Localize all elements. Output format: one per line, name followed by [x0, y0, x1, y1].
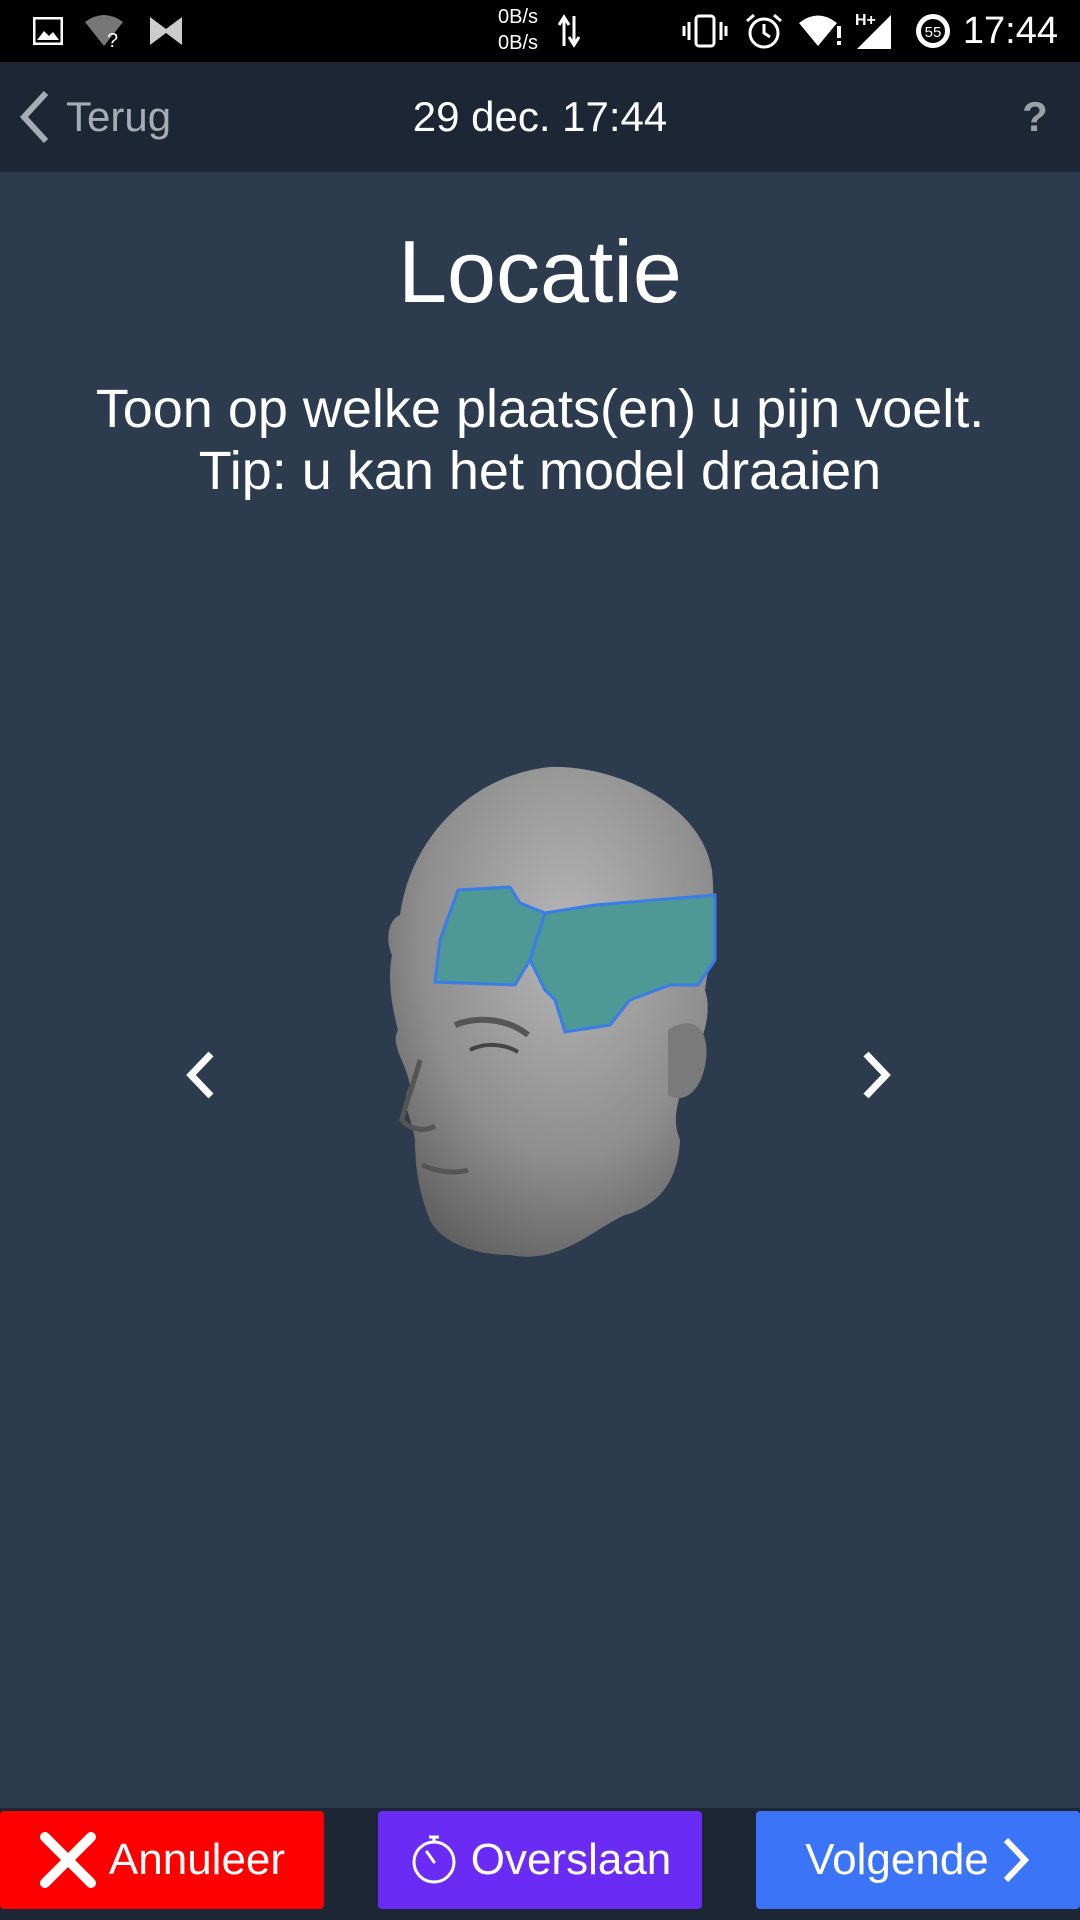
svg-text:?: ? — [107, 30, 118, 48]
battery-icon: 55 — [912, 0, 954, 62]
cancel-button[interactable]: Annuleer — [0, 1811, 324, 1909]
ear-shape — [668, 1023, 707, 1099]
close-icon — [39, 1832, 96, 1888]
image-icon — [28, 0, 68, 62]
instruction-line-1: Toon op welke plaats(en) u pijn voelt. — [95, 379, 985, 439]
instruction-text: Toon op welke plaats(en) u pijn voelt. T… — [0, 378, 1080, 502]
data-arrows-icon — [556, 0, 582, 62]
next-button[interactable]: Volgende — [756, 1811, 1080, 1909]
bowtie-icon — [146, 0, 186, 62]
alarm-icon — [742, 0, 786, 62]
skip-button[interactable]: Overslaan — [378, 1811, 702, 1909]
chevron-right-icon — [1003, 1837, 1029, 1883]
instruction-line-2: Tip: u kan het model draaien — [198, 441, 882, 501]
net-up-text: 0B/s — [498, 6, 539, 28]
page-date-title: 29 dec. 17:44 — [412, 93, 668, 140]
rotate-left-button[interactable] — [165, 1040, 235, 1110]
wifi-question-icon: ? — [82, 0, 126, 62]
page-title: Locatie — [398, 222, 682, 321]
top-nav-bar: Terug 29 dec. 17:44 ? — [0, 62, 1080, 172]
head-model-3d[interactable] — [360, 760, 720, 1260]
net-down-text: 0B/s — [498, 32, 539, 54]
chevron-left-icon — [186, 1051, 214, 1099]
help-button[interactable]: ? — [1010, 62, 1060, 172]
svg-text:H+: H+ — [855, 12, 876, 29]
rotate-right-button[interactable] — [842, 1040, 912, 1110]
vibrate-icon — [680, 0, 730, 62]
head-silhouette — [388, 766, 714, 1257]
status-bar: ? 0B/s 0B/s H+ 55 17:44 — [0, 0, 1080, 62]
timer-icon — [412, 1835, 456, 1884]
chevron-right-icon — [863, 1051, 891, 1099]
wifi-icon — [796, 0, 844, 62]
cancel-label: Annuleer — [108, 1835, 286, 1884]
signal-icon: H+ — [852, 0, 896, 62]
next-label: Volgende — [805, 1835, 989, 1884]
skip-label: Overslaan — [470, 1835, 672, 1884]
network-speed: 0B/s 0B/s — [498, 4, 538, 56]
clock-time: 17:44 — [962, 9, 1058, 52]
battery-level-text: 55 — [925, 24, 942, 41]
